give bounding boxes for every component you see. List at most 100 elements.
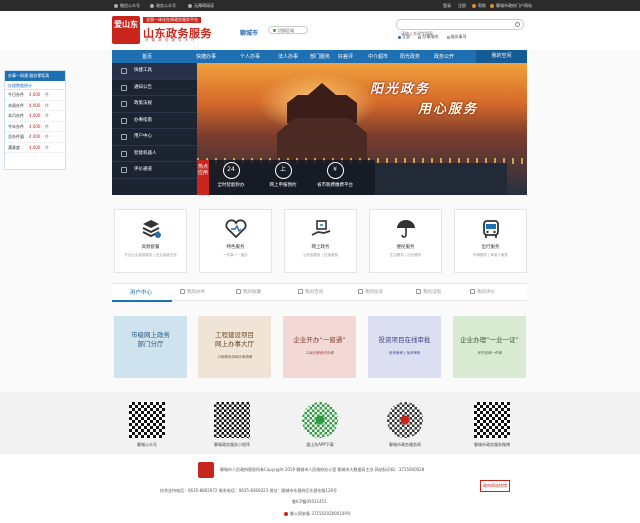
qr-code-icon (474, 402, 510, 438)
nav-department[interactable]: 部门服务 (310, 53, 330, 60)
tile-subtitle: 投资备案 | 投资审批 (388, 351, 421, 355)
tab-my-reviews[interactable]: 我的评价 (470, 289, 495, 295)
tile-construction[interactable]: 工程建设项目 网上办事大厅 工程建设项目办事指南 (198, 316, 271, 378)
report-error-button[interactable]: 政府网站找错 (480, 480, 510, 492)
tile-investment[interactable]: 投资项目在线审批 投资备案 | 投资审批 (368, 316, 441, 378)
site-logo[interactable]: 爱山东 (112, 16, 140, 44)
umbrella-icon (395, 219, 417, 239)
nav-home[interactable]: 首页 (142, 53, 152, 60)
footer-copyright: 聊城市人民政府版权所有Copyright 2019 聊城市人民政府办公室 聊城市… (220, 467, 425, 472)
card-travel[interactable]: 出行服务 车辆服务 | 驾驶人服务 (454, 209, 527, 273)
card-subtitle: 开办企业高频服务 | 企业高频业务 (124, 253, 177, 257)
card-title: 出行服务 (481, 245, 500, 250)
my-space-button[interactable]: 我的空间 (476, 50, 527, 63)
brand-slogan: 全国一体化在线政务服务平台 (143, 17, 201, 23)
card-subtitle: 一件事 | 一窗办 (223, 253, 248, 257)
portal-link[interactable]: 聊城市政府门户网站 (490, 3, 532, 9)
card-featured[interactable]: 特色服务 一件事 | 一窗办 (199, 209, 272, 273)
qr-code-icon (302, 402, 338, 438)
stat-row: 本月办件 4,000 件 (5, 111, 65, 122)
user-tabs: 用户中心 我的办件 我的收藏 我的咨询 我的投诉 我的证照 我的评价 (112, 283, 527, 301)
user-icon (121, 134, 127, 140)
help-link[interactable]: 帮助 (472, 3, 486, 9)
heart-icon (225, 219, 247, 239)
hot-app-online[interactable]: 上网上申报预约 (258, 162, 308, 188)
card-subtitle: 生活服务 | 出行服务 (389, 253, 422, 257)
upload-icon: 上 (274, 162, 292, 179)
side-item-policy[interactable]: 政策法规 (112, 96, 197, 113)
card-convenience[interactable]: 便民服务 生活服务 | 出行服务 (369, 209, 442, 273)
side-item-notice[interactable]: 通知公告 (112, 80, 197, 96)
register-link[interactable]: 注册 (458, 3, 466, 9)
side-item-rating[interactable]: 评价通道 (112, 162, 197, 179)
tab-user-center[interactable]: 用户中心 (130, 288, 152, 296)
nav-public[interactable]: 政务公开 (434, 53, 454, 60)
side-item-guide[interactable]: 办事指南 (112, 113, 197, 129)
accessibility-link[interactable]: 无障碍阅读 (188, 3, 214, 9)
tile-one-license[interactable]: 企业办理“一业一证” 许可证照一件事 (453, 316, 526, 378)
tile-subtitle: 工商注册登记办理 (305, 351, 334, 355)
search-icon[interactable] (515, 22, 520, 27)
hot-app-instant[interactable]: 24 全时智能秒办 (206, 162, 256, 188)
footer-police-record[interactable]: 鲁公网安备 37150202000109号 (284, 511, 351, 517)
card-subtitle: 车辆服务 | 驾驶人服务 (473, 253, 508, 257)
scope-guide[interactable]: 办事指南 (418, 34, 438, 39)
tab-my-favorites[interactable]: 我的收藏 (236, 289, 261, 295)
nav-sunshine[interactable]: 阳光政务 (400, 53, 420, 60)
side-item-tools[interactable]: 快捷工具 (112, 63, 197, 80)
clock-24-icon: 24 (222, 162, 240, 179)
tab-my-cases[interactable]: 我的办件 (180, 289, 205, 295)
banner-slogan-1: 阳光政务 (370, 82, 431, 97)
tile-business-startup[interactable]: 企业开办“一窗通” 工商注册登记办理 (283, 316, 356, 378)
monitor-icon (236, 289, 241, 294)
tile-city-halls[interactable]: 市级网上政务 部门分厅 (114, 316, 187, 378)
switch-region-button[interactable]: 切换区域 (268, 26, 308, 34)
footer-icp[interactable]: 鲁ICP备05031451 (292, 499, 327, 505)
nav-quick[interactable]: 快捷办事 (196, 53, 216, 60)
qr-website[interactable]: 聊城市政务服务网 (375, 402, 435, 448)
stats-panel: 办事一网通 服务零距离 办理数据统计 今日办件 4,000 件 本周办件 4,000 件… (4, 70, 66, 170)
footer-contact: 技术支持电话：0635-8862972 联系电话：0635-8366023 地址… (160, 488, 338, 493)
active-tab-indicator (112, 300, 172, 302)
stat-row: 今年办件 4,000 件 (5, 122, 65, 132)
guide-icon (121, 117, 127, 124)
banner-side-menu: 快捷工具 通知公告 政策法规 办事指南 用户中心 智能机器人 评价通道 (112, 63, 197, 195)
tile-title: 企业办理“一业一证” (460, 336, 519, 344)
card-title: 高频套餐 (141, 245, 160, 250)
nav-review[interactable]: 好差评 (338, 53, 353, 60)
card-frequent[interactable]: 高频套餐 开办企业高频服务 | 企业高频业务 (114, 209, 187, 273)
gov-account-link[interactable]: 政务公众号 (150, 3, 176, 9)
tab-my-licenses[interactable]: 我的证照 (416, 289, 441, 295)
tile-title: 企业开办“一窗通” (293, 336, 346, 344)
robot-icon (121, 150, 127, 157)
nav-personal[interactable]: 个人办事 (240, 53, 260, 60)
hot-app-tax[interactable]: ¥ 省市税费缴费平台 (310, 162, 360, 188)
side-item-user[interactable]: 用户中心 (112, 129, 197, 146)
qr-weibo[interactable]: 聊城市政务服务微博 (462, 402, 522, 448)
radio-icon (446, 35, 450, 39)
wechat-link[interactable]: 微信公众号 (114, 3, 140, 9)
side-item-robot[interactable]: 智能机器人 (112, 146, 197, 162)
stat-row: 满意度 4,000 件 (5, 143, 65, 153)
nav-corporate[interactable]: 法人办事 (278, 53, 298, 60)
stat-row: 总办件量 4,000 件 (5, 132, 65, 143)
qr-app[interactable]: 爱山东APP下载 (290, 402, 350, 448)
city-name: 聊城市 (240, 30, 259, 37)
scope-services[interactable]: 服务事项 (446, 34, 467, 39)
card-online[interactable]: 网上政务 公积金服务 | 社保缴费 (284, 209, 357, 273)
tools-icon (121, 68, 127, 74)
accessibility-icon (188, 4, 192, 8)
tile-subtitle: 许可证照一件事 (477, 351, 502, 355)
hand-service-icon (310, 219, 332, 239)
banner-slogan-2: 用心服务 (418, 102, 479, 117)
qr-wechat[interactable]: 聊城公众号 (117, 402, 177, 448)
tab-my-complaints[interactable]: 我的投诉 (358, 289, 383, 295)
login-link[interactable]: 登录 (443, 3, 451, 9)
stack-icon (140, 219, 162, 239)
tab-my-consult[interactable]: 我的咨询 (298, 289, 323, 295)
qr-miniprogram[interactable]: 聊城政务服务小程序 (202, 402, 262, 448)
phone-icon (358, 289, 363, 294)
scope-all[interactable]: 全部 (398, 34, 410, 39)
nav-agency[interactable]: 中介超市 (368, 53, 388, 60)
gov-emblem-icon (198, 462, 214, 478)
